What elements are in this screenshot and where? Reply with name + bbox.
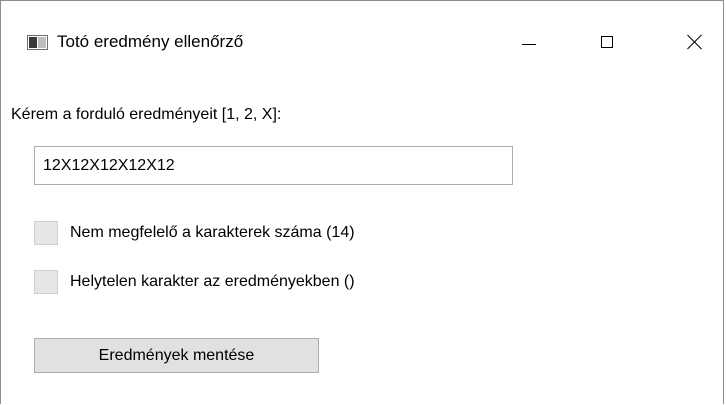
close-button[interactable]: [672, 21, 718, 63]
save-results-button[interactable]: Eredmények mentése: [34, 338, 319, 373]
invalid-character-check-label: Helytelen karakter az eredményekben (): [70, 273, 355, 290]
window-title: Totó eredmény ellenőrző: [57, 32, 244, 51]
character-count-check-row[interactable]: Nem megfelelő a karakterek száma (14): [34, 221, 355, 245]
app-window: Totó eredmény ellenőrző Kérem a forduló …: [0, 0, 724, 404]
minimize-icon: [522, 43, 536, 45]
results-input[interactable]: [34, 146, 513, 185]
title-bar[interactable]: Totó eredmény ellenőrző: [1, 1, 723, 63]
close-icon: [687, 34, 703, 50]
invalid-character-check-row[interactable]: Helytelen karakter az eredményekben (): [34, 270, 355, 294]
window-app-icon: [27, 35, 48, 50]
maximize-button[interactable]: [584, 21, 630, 63]
character-count-checkbox[interactable]: [34, 221, 58, 245]
minimize-button[interactable]: [506, 21, 552, 63]
character-count-check-label: Nem megfelelő a karakterek száma (14): [70, 224, 355, 241]
invalid-character-checkbox[interactable]: [34, 270, 58, 294]
maximize-icon: [601, 36, 613, 48]
results-prompt-label: Kérem a forduló eredményeit [1, 2, X]:: [11, 106, 282, 123]
